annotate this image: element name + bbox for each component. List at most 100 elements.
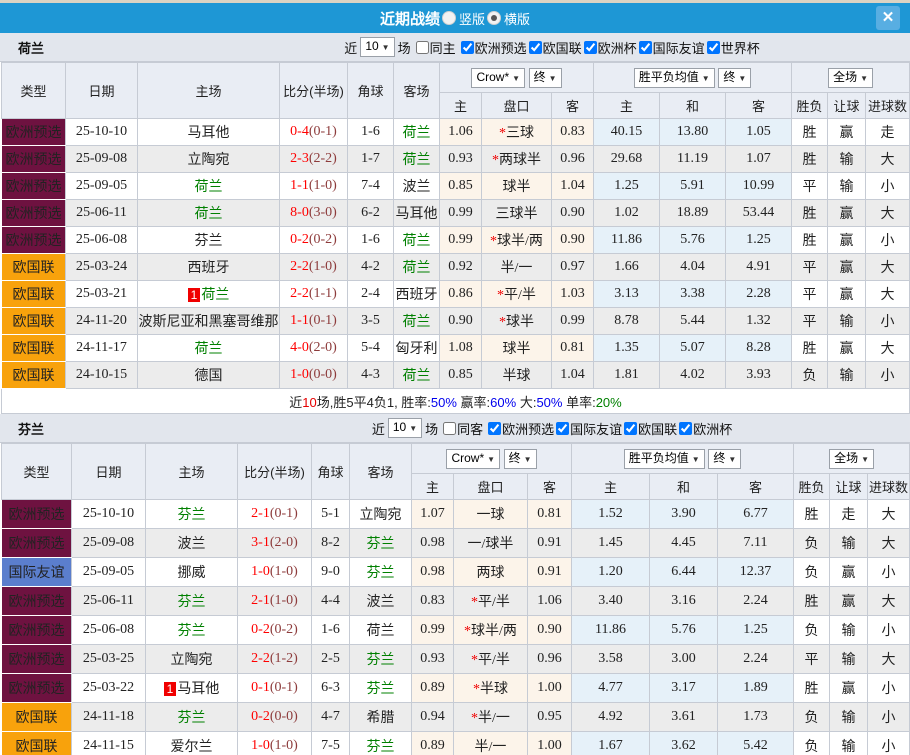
corner-score: 8-2 bbox=[312, 529, 350, 558]
odds-home: 0.85 bbox=[440, 173, 482, 200]
chevron-down-icon: ▼ bbox=[738, 74, 746, 83]
home-team: 西班牙 bbox=[138, 254, 280, 281]
col-result: 胜负 bbox=[792, 93, 828, 119]
result-goals: 小 bbox=[866, 227, 910, 254]
handicap: *球半/两 bbox=[454, 616, 528, 645]
league-checkbox[interactable] bbox=[488, 422, 501, 435]
match-date: 25-09-05 bbox=[72, 558, 146, 587]
avg-home: 1.52 bbox=[572, 500, 650, 529]
avg-source-select[interactable]: 胜平负均值▼ bbox=[634, 68, 715, 88]
fulltime-select[interactable]: 全场▼ bbox=[829, 449, 874, 469]
table-row: 欧洲预选 25-09-08 立陶宛 2-3(2-2) 1-7 荷兰 0.93 *… bbox=[2, 146, 910, 173]
league-filter[interactable]: 欧洲预选 bbox=[486, 419, 554, 438]
result-winloss: 负 bbox=[794, 529, 830, 558]
same-checkbox[interactable] bbox=[443, 422, 456, 435]
away-team: 波兰 bbox=[350, 587, 412, 616]
filter-bar: 荷兰 近 10▼ 场 同主 欧洲预选欧国联欧洲杯国际友谊世界杯 bbox=[0, 33, 910, 62]
corner-score: 1-7 bbox=[348, 146, 394, 173]
fulltime-score: 2-2 bbox=[290, 286, 309, 301]
league-checkbox[interactable] bbox=[707, 41, 720, 54]
filter-bar: 芬兰 近 10▼ 场 同客 欧洲预选国际友谊欧国联欧洲杯 bbox=[0, 414, 910, 443]
avg-time-select[interactable]: 终▼ bbox=[718, 68, 751, 88]
league-checkbox[interactable] bbox=[639, 41, 652, 54]
odds-home: 0.99 bbox=[440, 200, 482, 227]
corner-score: 2-4 bbox=[348, 281, 394, 308]
odds-source-select[interactable]: Crow*▼ bbox=[471, 68, 525, 88]
league-filter[interactable]: 欧洲杯 bbox=[677, 419, 732, 438]
fulltime-score: 3-1 bbox=[251, 535, 270, 550]
away-team-name: 芬兰 bbox=[367, 740, 395, 755]
home-team-name: 芬兰 bbox=[195, 234, 223, 249]
avg-time-select[interactable]: 终▼ bbox=[708, 449, 741, 469]
league-filter[interactable]: 国际友谊 bbox=[554, 419, 622, 438]
same-checkbox[interactable] bbox=[416, 41, 429, 54]
avg-home: 3.58 bbox=[572, 645, 650, 674]
odds-home: 0.83 bbox=[412, 587, 454, 616]
league-filter[interactable]: 欧国联 bbox=[622, 419, 677, 438]
star-marker: * bbox=[464, 624, 471, 639]
league-checkbox[interactable] bbox=[556, 422, 569, 435]
star-marker: * bbox=[471, 595, 478, 610]
league-type: 欧国联 bbox=[2, 362, 66, 389]
avg-away: 4.91 bbox=[726, 254, 792, 281]
radio-horizontal[interactable]: 横版 bbox=[487, 9, 530, 28]
avg-source-select[interactable]: 胜平负均值▼ bbox=[624, 449, 705, 469]
handicap: *平/半 bbox=[482, 281, 552, 308]
matches-body: 欧洲预选 25-10-10 芬兰 2-1(0-1) 5-1 立陶宛 1.07 一… bbox=[2, 500, 910, 755]
odds-away: 0.96 bbox=[528, 645, 572, 674]
radio-horizontal-icon[interactable] bbox=[487, 11, 501, 25]
near-count-select[interactable]: 10▼ bbox=[360, 37, 394, 57]
league-filter[interactable]: 欧国联 bbox=[527, 38, 582, 57]
radio-vertical-icon[interactable] bbox=[442, 11, 456, 25]
table-row: 欧洲预选 25-06-11 荷兰 8-0(3-0) 6-2 马耳他 0.99 三… bbox=[2, 200, 910, 227]
away-team: 荷兰 bbox=[394, 254, 440, 281]
handicap: 半球 bbox=[482, 362, 552, 389]
odds-source-select[interactable]: Crow*▼ bbox=[446, 449, 500, 469]
home-team: 德国 bbox=[138, 362, 280, 389]
home-team-name: 爱尔兰 bbox=[171, 740, 213, 755]
odds-time-select[interactable]: 终▼ bbox=[529, 68, 562, 88]
result-winloss: 胜 bbox=[794, 587, 830, 616]
avg-home: 1.81 bbox=[594, 362, 660, 389]
fulltime-score: 0-2 bbox=[251, 709, 270, 724]
same-filter[interactable]: 同客 bbox=[441, 419, 483, 438]
league-filter[interactable]: 世界杯 bbox=[705, 38, 760, 57]
result-winloss: 平 bbox=[792, 281, 828, 308]
league-checkbox[interactable] bbox=[584, 41, 597, 54]
away-team-name: 匈牙利 bbox=[396, 342, 438, 357]
avg-draw: 4.04 bbox=[660, 254, 726, 281]
radio-vertical[interactable]: 竖版 bbox=[442, 9, 485, 28]
handicap: 两球 bbox=[454, 558, 528, 587]
result-handicap: 输 bbox=[828, 308, 866, 335]
avg-home: 1.20 bbox=[572, 558, 650, 587]
result-goals: 小 bbox=[866, 362, 910, 389]
league-filter[interactable]: 欧洲预选 bbox=[459, 38, 527, 57]
matches-table: 类型 日期 主场 比分(半场) 角球 客场 Crow*▼ 终▼ 胜平负均值▼ 终… bbox=[1, 443, 910, 755]
star-marker: * bbox=[471, 653, 478, 668]
league-checkbox[interactable] bbox=[461, 41, 474, 54]
league-filter-label: 国际友谊 bbox=[653, 38, 705, 57]
col-date: 日期 bbox=[72, 444, 146, 500]
score-cell: 0-2(0-2) bbox=[238, 616, 312, 645]
odds-time-select[interactable]: 终▼ bbox=[504, 449, 537, 469]
odds-away: 0.81 bbox=[528, 500, 572, 529]
away-team-name: 希腊 bbox=[367, 711, 395, 726]
fulltime-select[interactable]: 全场▼ bbox=[828, 68, 873, 88]
radio-horizontal-label: 横版 bbox=[504, 9, 530, 28]
league-filter[interactable]: 欧洲杯 bbox=[582, 38, 637, 57]
table-row: 欧国联 24-11-17 荷兰 4-0(2-0) 5-4 匈牙利 1.08 球半… bbox=[2, 335, 910, 362]
league-checkbox[interactable] bbox=[624, 422, 637, 435]
odds-away: 0.99 bbox=[552, 308, 594, 335]
close-button[interactable]: ✕ bbox=[876, 6, 900, 30]
league-checkbox[interactable] bbox=[679, 422, 692, 435]
result-winloss: 胜 bbox=[792, 227, 828, 254]
result-winloss: 负 bbox=[794, 616, 830, 645]
away-team: 荷兰 bbox=[394, 119, 440, 146]
near-count-select[interactable]: 10▼ bbox=[388, 418, 422, 438]
same-filter[interactable]: 同主 bbox=[414, 38, 456, 57]
col-handicap: 盘口 bbox=[482, 93, 552, 119]
fulltime-score: 0-1 bbox=[251, 680, 270, 695]
team-section: 荷兰 近 10▼ 场 同主 欧洲预选欧国联欧洲杯国际友谊世界杯 类型 日期 主场… bbox=[0, 33, 910, 414]
league-filter[interactable]: 国际友谊 bbox=[637, 38, 705, 57]
league-checkbox[interactable] bbox=[529, 41, 542, 54]
